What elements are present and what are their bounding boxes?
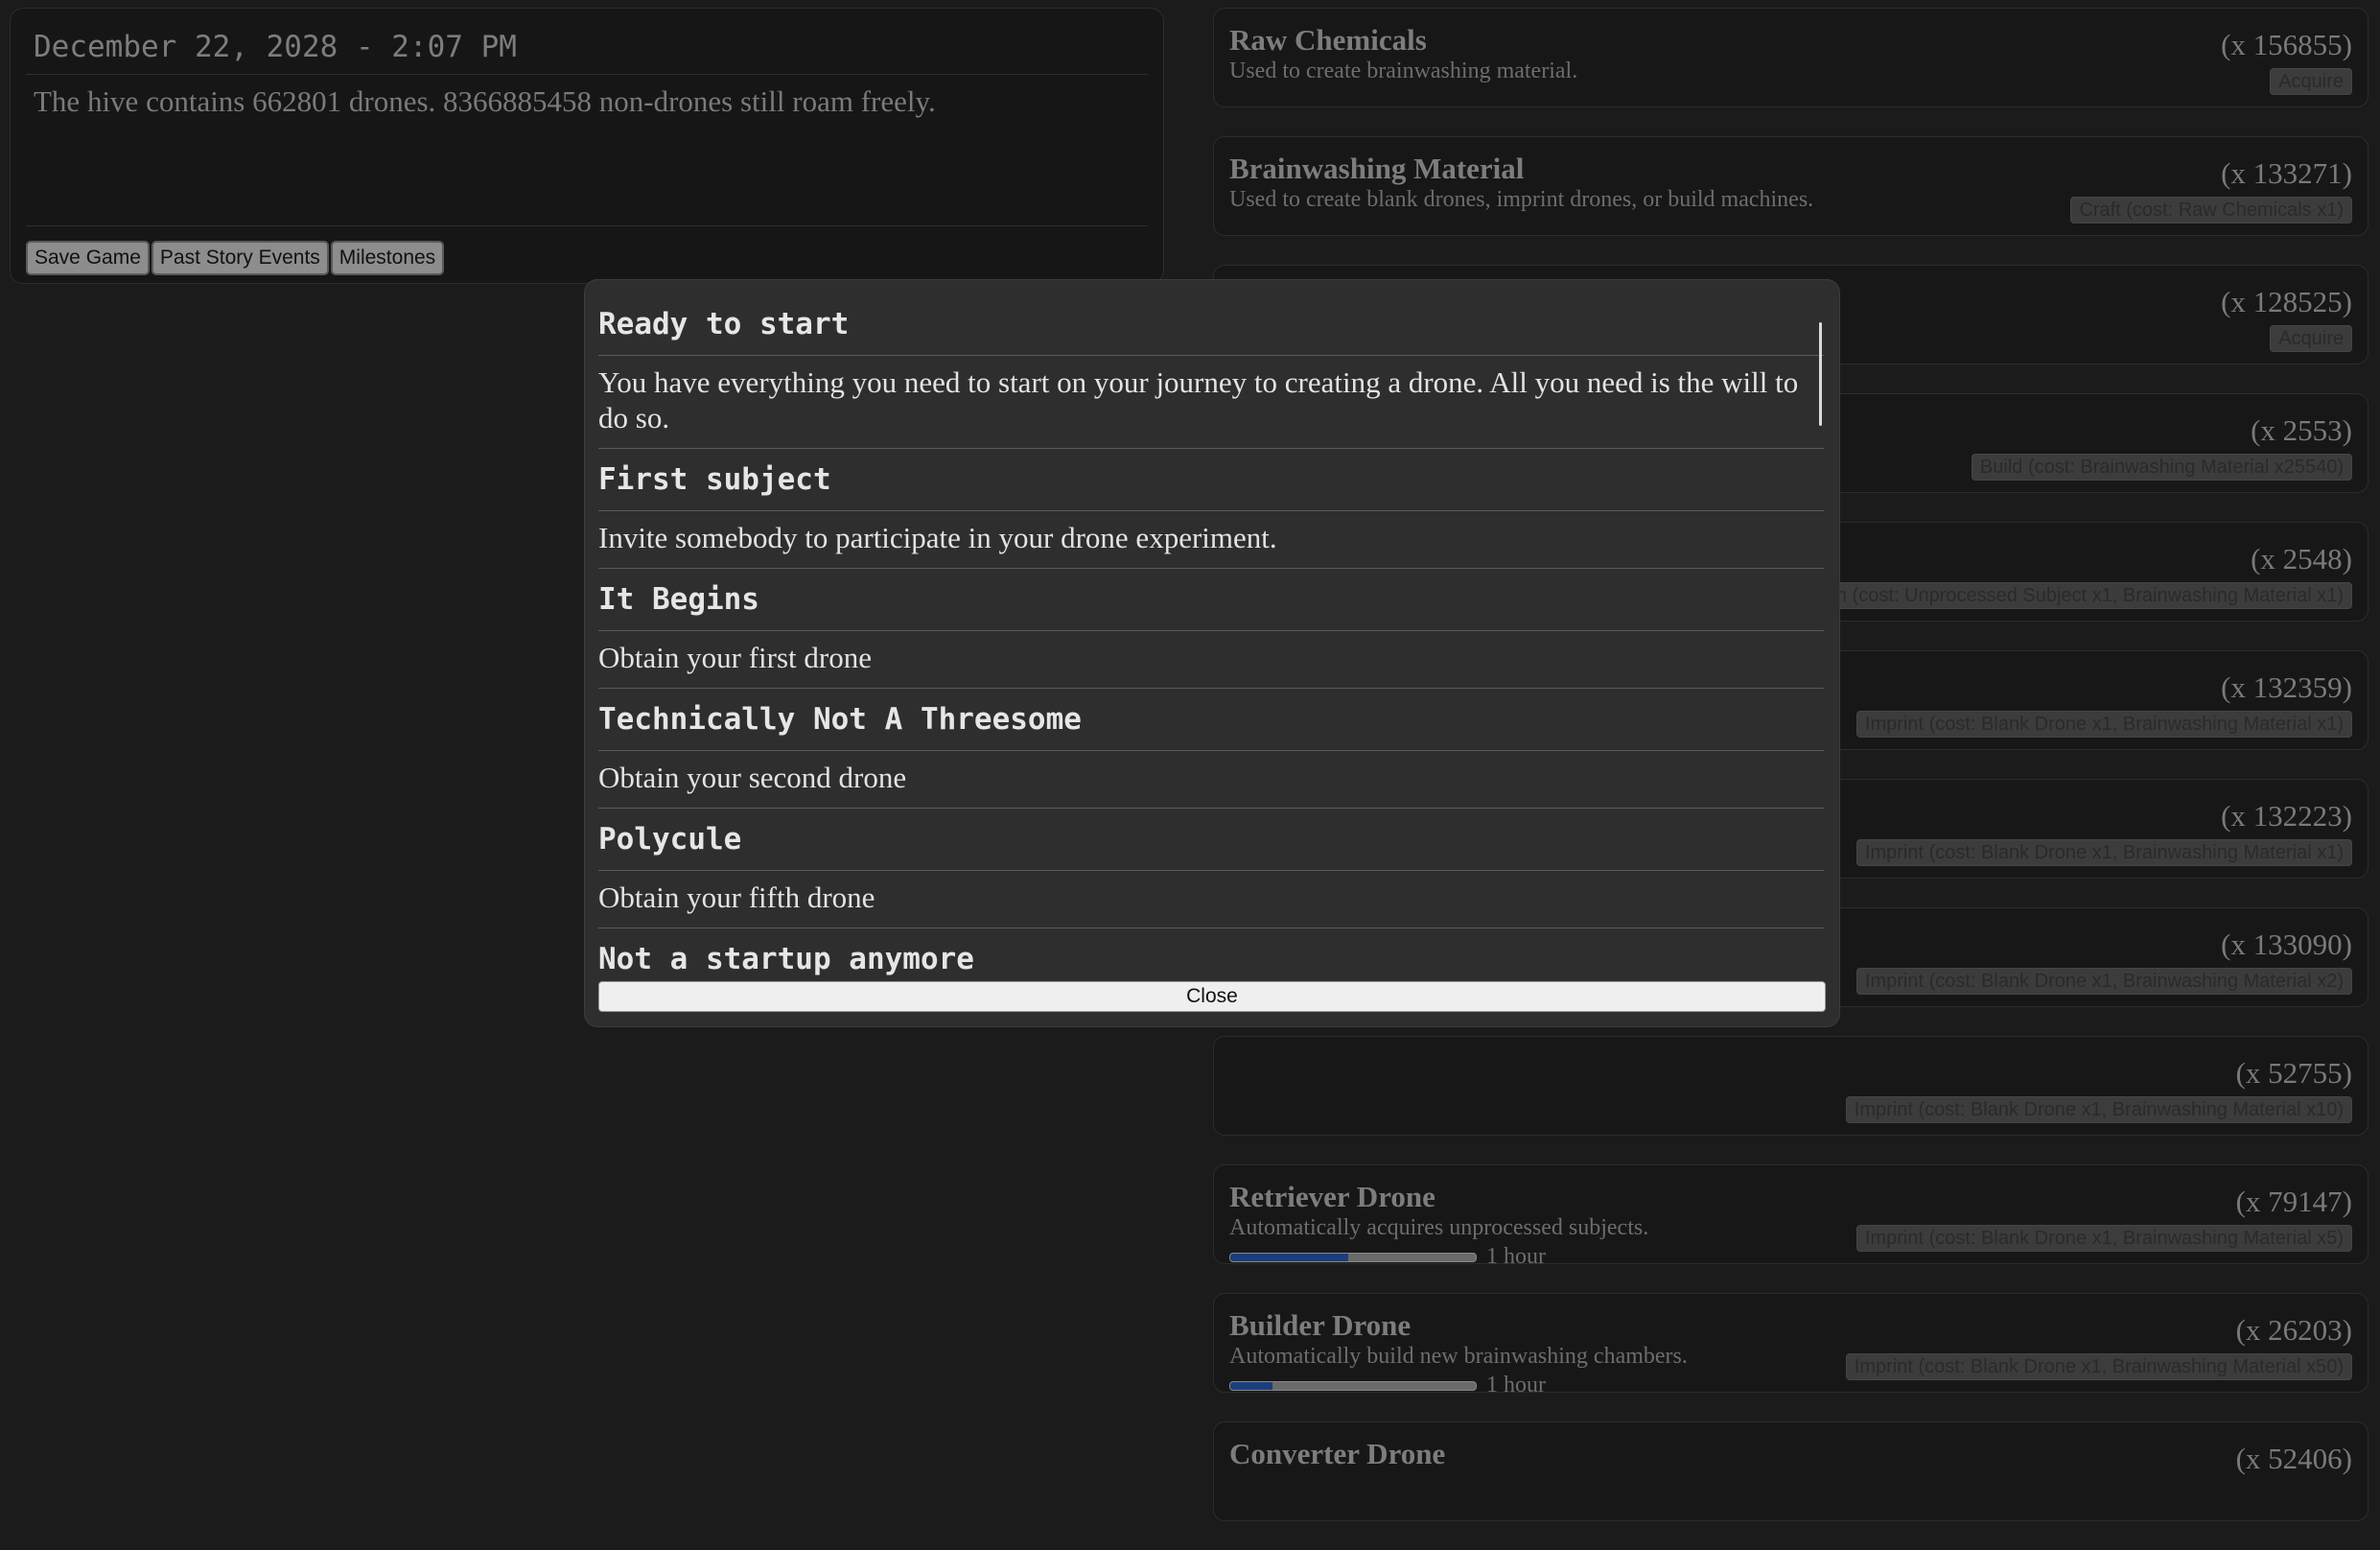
milestone-description: Obtain your first drone [598,641,872,674]
resource-count: (x 2548) [2251,542,2352,575]
status-toolbar: Save Game Past Story Events Milestones [26,241,445,275]
milestone-title: Not a startup anymore [598,942,974,976]
resource-count: (x 52755) [2235,1056,2352,1090]
resource-name: Raw Chemicals [1229,23,1427,57]
resource-count: (x 52406) [2235,1442,2352,1475]
progress-fill [1230,1253,1348,1261]
resource-card: Converter Drone (x 52406) [1213,1421,2368,1521]
milestone-description: Obtain your second drone [598,761,907,794]
milestone-title: It Begins [598,569,1824,631]
resource-count: (x 132359) [2221,670,2352,704]
milestone-item: Polycule Obtain your fifth drone [598,809,1824,928]
resource-count: (x 133090) [2221,928,2352,961]
milestones-scroll-area[interactable]: Ready to start You have everything you ne… [598,294,1826,984]
milestone-title: Polycule [598,809,1824,871]
resource-name: Builder Drone [1229,1308,1412,1342]
milestone-item: It Begins Obtain your first drone [598,569,1824,689]
resource-name: Retriever Drone [1229,1180,1435,1213]
resource-action-button[interactable]: Acquire [2270,68,2352,95]
resource-count: (x 26203) [2235,1313,2352,1347]
scrollbar-thumb[interactable] [1819,322,1822,426]
resource-count: (x 2553) [2251,413,2352,447]
milestone-item: Ready to start You have everything you ne… [598,294,1824,449]
progress-label: 1 hour [1486,1244,1546,1264]
divider [26,225,1148,226]
resource-count: (x 133271) [2221,156,2352,190]
resource-card: (x 52755) Imprint (cost: Blank Drone x1, … [1213,1036,2368,1136]
resource-card: Brainwashing Material Used to create blan… [1213,136,2368,236]
progress-bar [1229,1252,1477,1262]
resource-action-button[interactable]: Imprint (cost: Blank Drone x1, Brainwash… [1855,839,2352,866]
milestone-title: First subject [598,449,1824,511]
save-game-button[interactable]: Save Game [26,241,150,275]
progress-label: 1 hour [1486,1373,1546,1393]
game-datetime: December 22, 2028 - 2:07 PM [26,22,1148,75]
resource-action-button[interactable]: Craft (cost: Raw Chemicals x1) [2070,197,2352,223]
milestone-description: You have everything you need to start on… [598,365,1799,434]
milestone-description: Invite somebody to participate in your d… [598,521,1277,554]
milestone-item: First subject Invite somebody to particip… [598,449,1824,569]
progress-fill [1230,1381,1272,1390]
resource-action-button[interactable]: Build (cost: Brainwashing Material x2554… [1971,454,2352,481]
resource-card: Builder Drone Automatically build new bra… [1213,1293,2368,1393]
resource-action-button[interactable]: Imprint (cost: Blank Drone x1, Brainwash… [1855,968,2352,995]
milestone-title: Technically Not A Threesome [598,689,1824,751]
resource-card: Retriever Drone Automatically acquires un… [1213,1164,2368,1264]
resource-action-button[interactable]: Imprint (cost: Blank Drone x1, Brainwash… [1845,1353,2352,1380]
resource-count: (x 156855) [2221,28,2352,61]
resource-count: (x 79147) [2235,1185,2352,1218]
resource-action-button[interactable]: Acquire [2270,325,2352,352]
status-panel: December 22, 2028 - 2:07 PM The hive con… [10,8,1164,284]
milestone-item: Not a startup anymore [598,928,1824,984]
hive-summary: The hive contains 662801 drones. 8366885… [34,84,936,118]
milestone-title: Ready to start [598,294,1824,356]
close-button[interactable]: Close [598,981,1826,1012]
milestones-modal: Ready to start You have everything you ne… [584,279,1840,1027]
resource-name: Converter Drone [1229,1437,1446,1470]
resource-count: (x 128525) [2221,285,2352,318]
resource-name: Brainwashing Material [1229,152,1525,185]
milestones-button[interactable]: Milestones [330,241,445,275]
past-story-events-button[interactable]: Past Story Events [151,241,329,275]
resource-action-button[interactable]: Imprint (cost: Blank Drone x1, Brainwash… [1845,1096,2352,1123]
resource-action-button[interactable]: Imprint (cost: Blank Drone x1, Brainwash… [1855,1225,2352,1252]
milestone-description: Obtain your fifth drone [598,881,875,914]
resource-description: Used to create brainwashing material. [1229,59,1578,83]
resource-card: Raw Chemicals Used to create brainwashing… [1213,8,2368,107]
resource-action-button[interactable]: Imprint (cost: Blank Drone x1, Brainwash… [1855,711,2352,738]
milestone-item: Technically Not A Threesome Obtain your s… [598,689,1824,809]
progress-bar [1229,1380,1477,1391]
resource-count: (x 132223) [2221,799,2352,833]
